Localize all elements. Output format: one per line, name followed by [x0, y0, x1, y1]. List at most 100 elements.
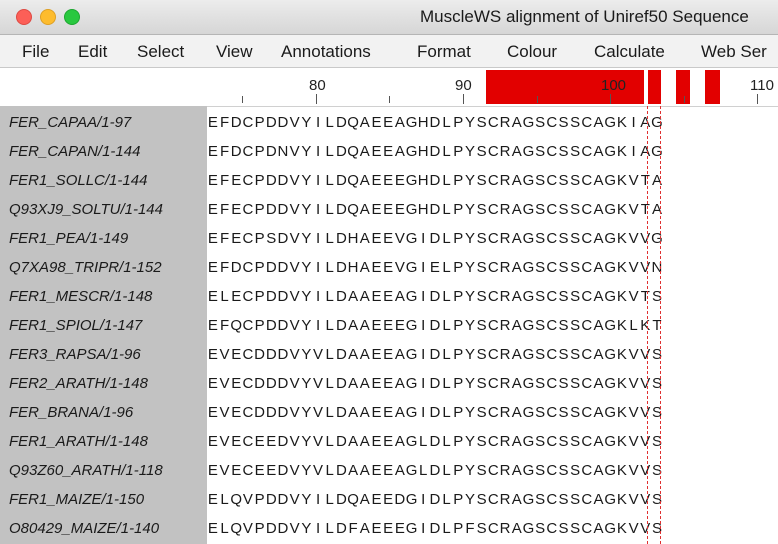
- residue[interactable]: S: [558, 288, 570, 305]
- residue[interactable]: S: [534, 114, 546, 131]
- residue[interactable]: E: [254, 462, 266, 479]
- residue[interactable]: D: [277, 114, 289, 131]
- residue[interactable]: V: [289, 143, 301, 160]
- residue[interactable]: I: [417, 259, 429, 276]
- residue[interactable]: K: [616, 172, 628, 189]
- residue[interactable]: C: [546, 375, 558, 392]
- residue[interactable]: V: [628, 172, 640, 189]
- residue[interactable]: S: [651, 375, 663, 392]
- residue[interactable]: G: [604, 346, 616, 363]
- residue[interactable]: A: [593, 433, 605, 450]
- residue[interactable]: F: [219, 172, 231, 189]
- residue[interactable]: G: [604, 520, 616, 537]
- residue[interactable]: F: [464, 520, 476, 537]
- residue[interactable]: G: [604, 462, 616, 479]
- residue[interactable]: G: [523, 230, 535, 247]
- residue[interactable]: A: [639, 114, 651, 131]
- residue[interactable]: L: [417, 433, 429, 450]
- residue[interactable]: A: [639, 143, 651, 160]
- residue[interactable]: Q: [347, 143, 359, 160]
- residue[interactable]: L: [441, 201, 453, 218]
- residue[interactable]: L: [441, 172, 453, 189]
- residue[interactable]: A: [511, 375, 523, 392]
- residue[interactable]: E: [207, 520, 219, 537]
- residue[interactable]: F: [219, 201, 231, 218]
- residue[interactable]: G: [523, 114, 535, 131]
- residue[interactable]: V: [628, 491, 640, 508]
- residue[interactable]: A: [511, 230, 523, 247]
- residue[interactable]: C: [546, 259, 558, 276]
- residue[interactable]: L: [441, 317, 453, 334]
- residue[interactable]: G: [523, 172, 535, 189]
- residue[interactable]: A: [511, 317, 523, 334]
- residue[interactable]: S: [569, 259, 581, 276]
- residue[interactable]: G: [523, 143, 535, 160]
- residue[interactable]: I: [417, 346, 429, 363]
- residue[interactable]: D: [277, 346, 289, 363]
- residue[interactable]: P: [452, 172, 464, 189]
- residue[interactable]: D: [265, 317, 277, 334]
- residue[interactable]: Q: [347, 114, 359, 131]
- residue[interactable]: D: [277, 201, 289, 218]
- residue[interactable]: E: [394, 172, 406, 189]
- residue[interactable]: C: [488, 201, 500, 218]
- residue[interactable]: D: [429, 404, 441, 421]
- sequence-row[interactable]: E F DCPDNV Y I L DQA E E AGHD L P Y SCRAGSCS SCAGK I AG: [207, 143, 663, 160]
- residue[interactable]: G: [523, 288, 535, 305]
- residue[interactable]: S: [558, 143, 570, 160]
- residue[interactable]: D: [230, 143, 242, 160]
- residue[interactable]: A: [593, 143, 605, 160]
- residue[interactable]: D: [429, 143, 441, 160]
- residue[interactable]: D: [254, 375, 266, 392]
- residue[interactable]: L: [441, 433, 453, 450]
- residue[interactable]: S: [534, 317, 546, 334]
- residue[interactable]: S: [558, 404, 570, 421]
- residue[interactable]: E: [265, 462, 277, 479]
- residue[interactable]: E: [230, 172, 242, 189]
- residue[interactable]: G: [406, 520, 418, 537]
- residue[interactable]: V: [639, 346, 651, 363]
- residue[interactable]: S: [476, 143, 488, 160]
- residue[interactable]: P: [452, 317, 464, 334]
- residue[interactable]: D: [265, 143, 277, 160]
- residue[interactable]: C: [546, 462, 558, 479]
- residue[interactable]: C: [242, 404, 254, 421]
- sequence-id[interactable]: O80429_MAIZE/1-140: [9, 520, 159, 537]
- residue[interactable]: I: [312, 143, 324, 160]
- residue[interactable]: G: [406, 462, 418, 479]
- residue[interactable]: D: [336, 462, 348, 479]
- residue[interactable]: C: [546, 404, 558, 421]
- residue[interactable]: Y: [301, 201, 313, 218]
- residue[interactable]: R: [499, 375, 511, 392]
- residue[interactable]: E: [382, 114, 394, 131]
- residue[interactable]: K: [616, 114, 628, 131]
- residue[interactable]: E: [382, 491, 394, 508]
- residue[interactable]: A: [359, 230, 371, 247]
- residue[interactable]: D: [429, 346, 441, 363]
- residue[interactable]: D: [230, 114, 242, 131]
- residue[interactable]: S: [569, 201, 581, 218]
- residue[interactable]: R: [499, 346, 511, 363]
- residue[interactable]: N: [651, 259, 663, 276]
- residue[interactable]: C: [488, 433, 500, 450]
- residue[interactable]: E: [230, 404, 242, 421]
- residue[interactable]: C: [581, 230, 593, 247]
- residue[interactable]: S: [569, 520, 581, 537]
- residue[interactable]: G: [406, 317, 418, 334]
- residue[interactable]: A: [593, 375, 605, 392]
- residue[interactable]: V: [628, 230, 640, 247]
- residue[interactable]: A: [593, 288, 605, 305]
- sequence-row[interactable]: E V ECDDDV Y V L DA A E E AG I D L P Y SCRAGSCS SCAGK V V S: [207, 404, 663, 421]
- sequence-row[interactable]: E L QV PDDV Y I L DQA E EDG I D L P Y SCRAGSCS SCAGK V V S: [207, 491, 663, 508]
- residue[interactable]: L: [441, 346, 453, 363]
- sequence-id[interactable]: FER1_ARATH/1-148: [9, 433, 148, 450]
- residue[interactable]: Y: [464, 172, 476, 189]
- residue[interactable]: C: [581, 259, 593, 276]
- residue[interactable]: E: [382, 375, 394, 392]
- residue[interactable]: E: [371, 317, 383, 334]
- residue[interactable]: L: [219, 491, 231, 508]
- residue[interactable]: Y: [464, 259, 476, 276]
- residue[interactable]: G: [406, 375, 418, 392]
- residue[interactable]: A: [593, 259, 605, 276]
- residue[interactable]: I: [417, 491, 429, 508]
